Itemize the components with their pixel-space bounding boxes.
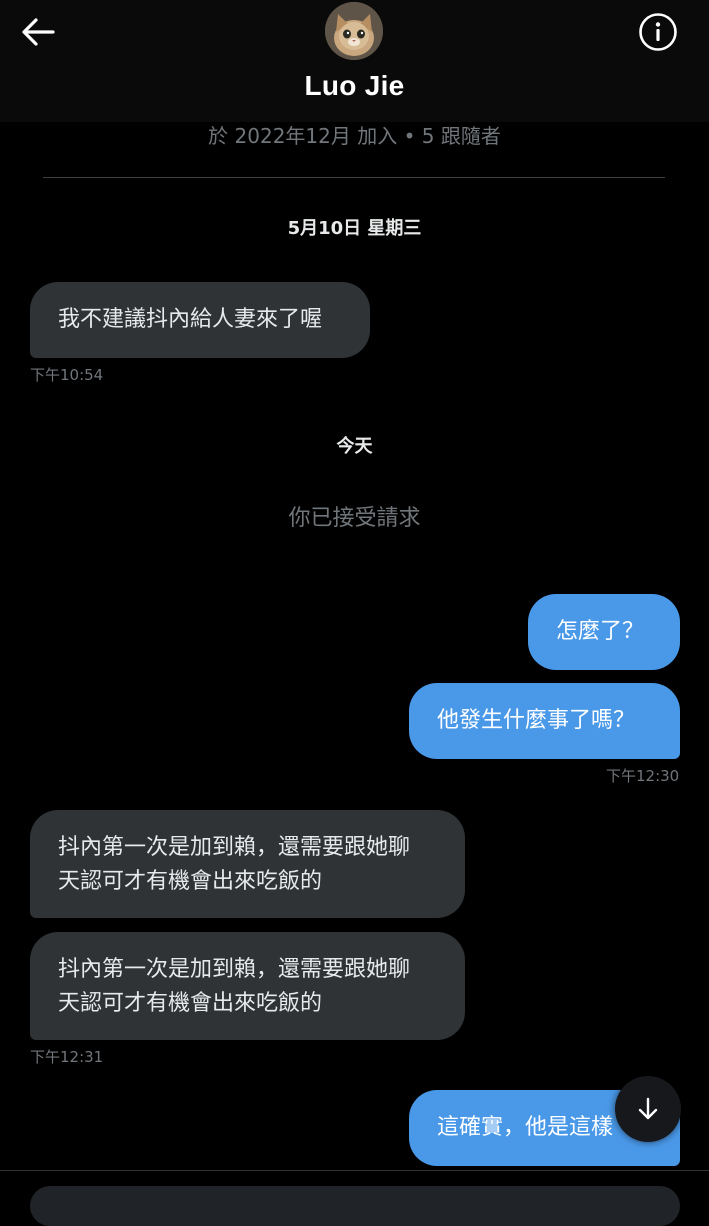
message-text-line: 抖內第一次是加到賴，還需要跟她聊: [58, 835, 411, 860]
message-text-line: 天認可才有機會出來吃飯的: [58, 991, 323, 1016]
date-separator: 今天: [336, 436, 373, 457]
top-bar: Luo Jie: [0, 0, 709, 122]
message-timestamp: 下午10:54: [30, 366, 104, 384]
message-text: 這確實，他是這樣: [437, 1115, 614, 1140]
back-button[interactable]: [18, 12, 58, 52]
message-text: 怎麼了？: [556, 619, 645, 644]
composer-divider: [0, 1170, 709, 1171]
message-bubble-incoming[interactable]: 抖內第一次是加到賴，還需要跟她聊 天認可才有機會出來吃飯的: [30, 932, 465, 1040]
profile-join-info: 於 2022年12月 加入 • 5 跟隨者: [208, 124, 501, 148]
info-button[interactable]: [636, 10, 680, 54]
message-composer-input[interactable]: [30, 1186, 680, 1226]
arrow-left-icon: [22, 18, 55, 46]
date-separator: 5月10日 星期三: [287, 218, 422, 239]
message-bubble-incoming[interactable]: 抖內第一次是加到賴，還需要跟她聊 天認可才有機會出來吃飯的: [30, 810, 465, 918]
scroll-to-bottom-button[interactable]: [615, 1076, 681, 1142]
message-bubble-outgoing[interactable]: 他發生什麼事了嗎？: [409, 683, 680, 759]
cat-avatar-image: [325, 2, 383, 60]
message-text: 我不建議抖內給人妻來了喔: [58, 307, 323, 332]
conversation-title[interactable]: Luo Jie: [0, 70, 709, 102]
message-text-line: 抖內第一次是加到賴，還需要跟她聊: [58, 957, 411, 982]
avatar[interactable]: [325, 2, 383, 60]
arrow-down-icon: [638, 1097, 658, 1120]
system-message: 你已接受請求: [288, 506, 421, 531]
message-text-line: 天認可才有機會出來吃飯的: [58, 869, 323, 894]
divider: [43, 177, 665, 178]
message-bubble-outgoing[interactable]: 怎麼了？: [528, 594, 680, 670]
info-circle-icon: [639, 13, 677, 51]
message-timestamp: 下午12:30: [606, 767, 680, 785]
message-timestamp: 下午12:31: [30, 1048, 104, 1066]
message-text: 他發生什麼事了嗎？: [437, 708, 636, 733]
message-bubble-incoming[interactable]: 我不建議抖內給人妻來了喔: [30, 282, 370, 358]
